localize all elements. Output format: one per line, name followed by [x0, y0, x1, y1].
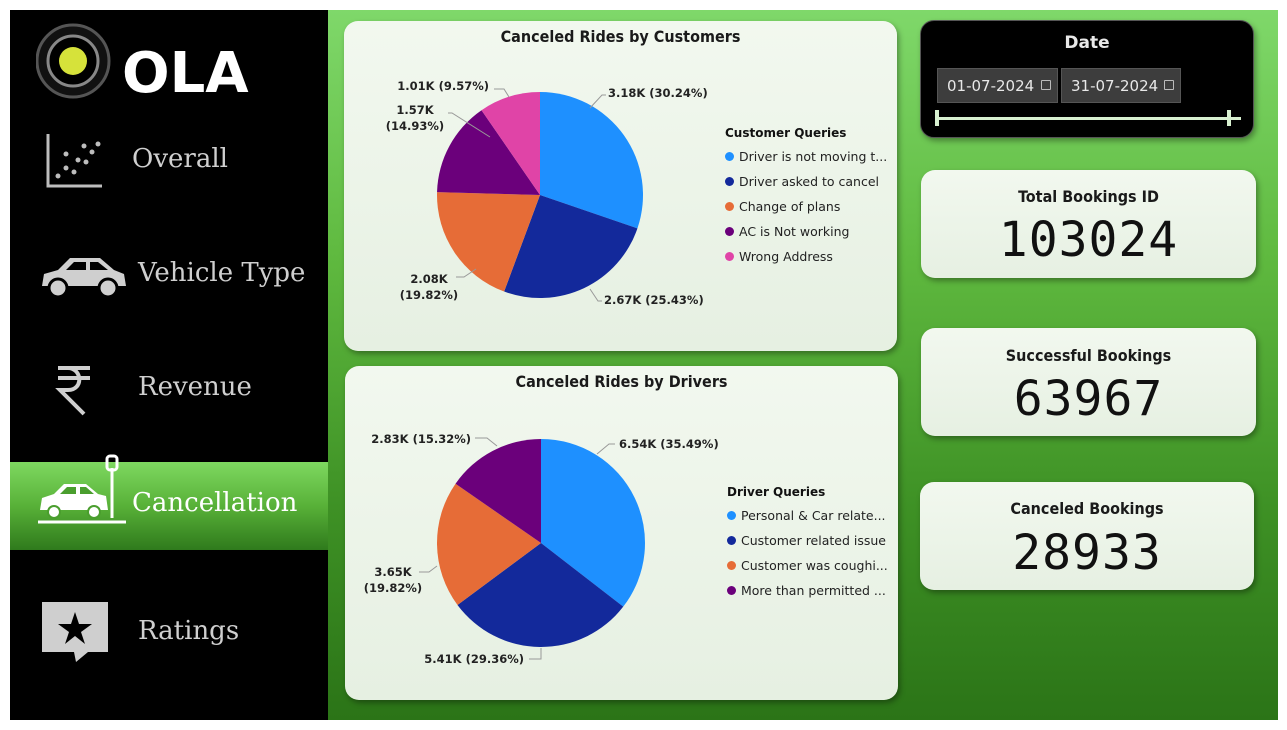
- nav-label-overall: Overall: [132, 144, 228, 174]
- legend-dot-icon: [725, 152, 734, 161]
- leader-line: [589, 288, 602, 302]
- legend-item[interactable]: Personal & Car relate...: [727, 508, 886, 523]
- date-filter-card: Date 01-07-2024 31-07-2024: [920, 20, 1254, 138]
- data-label: 6.54K (35.49%): [619, 437, 719, 451]
- brand-name: OLA: [122, 41, 249, 100]
- legend-dot-icon: [725, 177, 734, 186]
- driver-legend-title: Driver Queries: [727, 485, 826, 499]
- legend-label: Wrong Address: [739, 249, 833, 264]
- leader-line: [529, 648, 542, 660]
- legend-dot-icon: [727, 536, 736, 545]
- data-label: 1.01K (9.57%): [397, 79, 489, 93]
- date-range-start-handle[interactable]: [935, 110, 939, 126]
- data-label: (19.82%): [364, 581, 422, 595]
- canceled-bookings-label: Canceled Bookings: [1010, 499, 1164, 518]
- legend-item[interactable]: Driver asked to cancel: [725, 174, 879, 189]
- leader-line: [589, 94, 606, 109]
- nav-label-cancellation: Cancellation: [132, 488, 298, 518]
- legend-label: Customer related issue: [741, 533, 886, 548]
- date-range-slider-track[interactable]: [937, 117, 1241, 120]
- legend-dot-icon: [727, 511, 736, 520]
- data-label: 5.41K (29.36%): [424, 652, 524, 666]
- nav-item-cancellation[interactable]: Cancellation: [10, 454, 328, 550]
- logo-dot-icon: [59, 47, 87, 75]
- data-label: 2.08K: [410, 272, 448, 286]
- legend-item[interactable]: Customer related issue: [727, 533, 886, 548]
- sidebar: OLA Overall Vehicle Type Revenue Cancell…: [10, 10, 328, 720]
- nav-label-ratings: Ratings: [138, 616, 240, 646]
- legend-label: Customer was coughi...: [741, 558, 888, 573]
- legend-dot-icon: [727, 586, 736, 595]
- canceled-bookings-value: 28933: [1012, 525, 1162, 581]
- ola-logo: OLA: [35, 22, 276, 106]
- customer-cancellation-chart-card: Canceled Rides by Customers 3.18K (30.24…: [344, 21, 897, 351]
- car-crash-icon: [36, 454, 132, 536]
- end-date-input[interactable]: 31-07-2024: [1061, 68, 1181, 103]
- data-label: (14.93%): [386, 119, 444, 133]
- car-icon: [38, 252, 130, 304]
- date-range-end-handle[interactable]: [1227, 110, 1231, 126]
- scatter-chart-icon: [44, 132, 104, 194]
- nav-item-ratings[interactable]: Ratings: [10, 594, 328, 682]
- leader-line: [419, 565, 438, 573]
- legend-dot-icon: [725, 202, 734, 211]
- canceled-bookings-card: Canceled Bookings 28933: [920, 482, 1254, 590]
- nav-label-revenue: Revenue: [138, 372, 252, 402]
- calendar-icon[interactable]: [1041, 80, 1051, 90]
- legend-item[interactable]: Driver is not moving t...: [725, 149, 887, 164]
- data-label: 3.65K: [374, 565, 412, 579]
- data-label: 3.18K (30.24%): [608, 86, 708, 100]
- legend-label: Driver is not moving t...: [739, 149, 888, 164]
- legend-item[interactable]: Customer was coughi...: [727, 558, 888, 573]
- leader-line: [494, 88, 510, 98]
- legend-label: AC is Not working: [739, 224, 850, 239]
- leader-line: [475, 437, 498, 447]
- star-chat-icon: [40, 600, 110, 668]
- successful-bookings-label: Successful Bookings: [1005, 346, 1172, 365]
- end-date-value: 31-07-2024: [1071, 77, 1159, 95]
- total-bookings-card: Total Bookings ID 103024: [921, 170, 1256, 278]
- legend-dot-icon: [725, 252, 734, 261]
- legend-dot-icon: [727, 561, 736, 570]
- rupee-icon: [54, 362, 94, 422]
- nav-item-vehicle-type[interactable]: Vehicle Type: [10, 232, 328, 320]
- customer-legend-title: Customer Queries: [725, 126, 847, 140]
- data-label: (19.82%): [400, 288, 458, 302]
- successful-bookings-card: Successful Bookings 63967: [921, 328, 1256, 436]
- legend-label: Driver asked to cancel: [739, 174, 880, 189]
- data-label: 2.83K (15.32%): [371, 432, 471, 446]
- legend-item[interactable]: Wrong Address: [725, 249, 833, 264]
- driver-cancellation-chart-card: Canceled Rides by Drivers 6.54K (35.49%)…: [345, 366, 898, 700]
- calendar-icon[interactable]: [1164, 80, 1174, 90]
- data-label: 1.57K: [396, 103, 434, 117]
- nav-item-overall[interactable]: Overall: [10, 122, 328, 210]
- legend-dot-icon: [725, 227, 734, 236]
- legend-item[interactable]: More than permitted ...: [727, 583, 886, 598]
- legend-label: Change of plans: [739, 199, 841, 214]
- date-filter-title: Date: [1064, 33, 1110, 53]
- legend-label: More than permitted ...: [741, 583, 886, 598]
- nav-label-vehicle-type: Vehicle Type: [138, 258, 306, 288]
- data-label: 2.67K (25.43%): [604, 293, 704, 307]
- total-bookings-value: 103024: [998, 212, 1179, 268]
- nav-item-revenue[interactable]: Revenue: [10, 344, 328, 432]
- total-bookings-label: Total Bookings ID: [1018, 187, 1159, 206]
- successful-bookings-value: 63967: [1013, 371, 1164, 427]
- legend-item[interactable]: AC is Not working: [725, 224, 849, 239]
- start-date-input[interactable]: 01-07-2024: [937, 68, 1058, 103]
- start-date-value: 01-07-2024: [947, 77, 1035, 95]
- leader-line: [596, 443, 615, 455]
- legend-label: Personal & Car relate...: [741, 508, 886, 523]
- legend-item[interactable]: Change of plans: [725, 199, 840, 214]
